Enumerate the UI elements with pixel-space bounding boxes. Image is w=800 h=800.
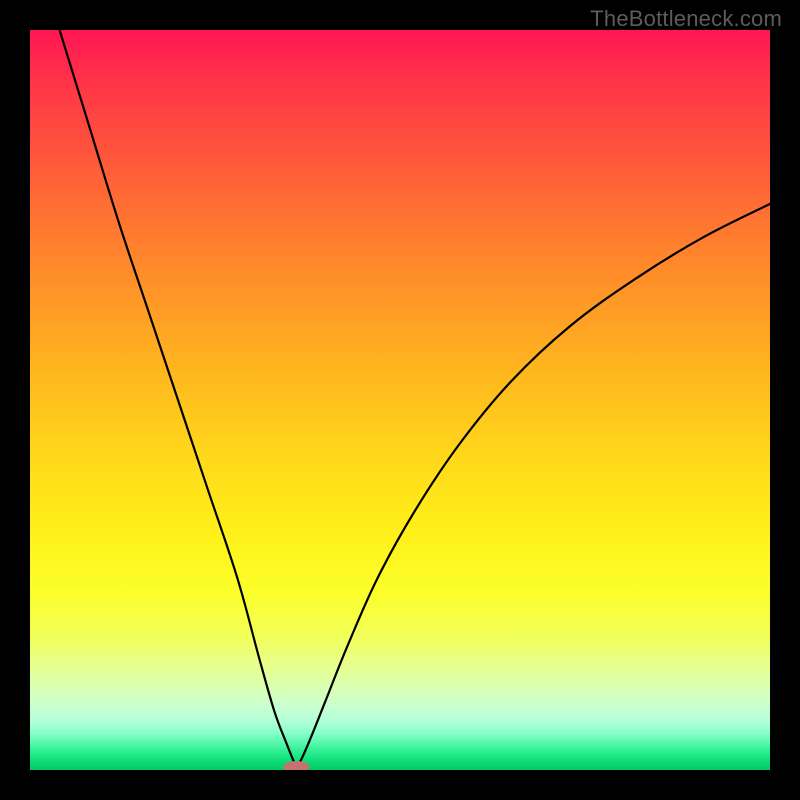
curve-left-branch <box>60 30 297 767</box>
minimum-marker <box>283 761 309 770</box>
curve-overlay <box>30 30 770 770</box>
chart-canvas: TheBottleneck.com <box>0 0 800 800</box>
plot-area <box>30 30 770 770</box>
watermark-text: TheBottleneck.com <box>590 6 782 32</box>
curve-right-branch <box>296 204 770 767</box>
